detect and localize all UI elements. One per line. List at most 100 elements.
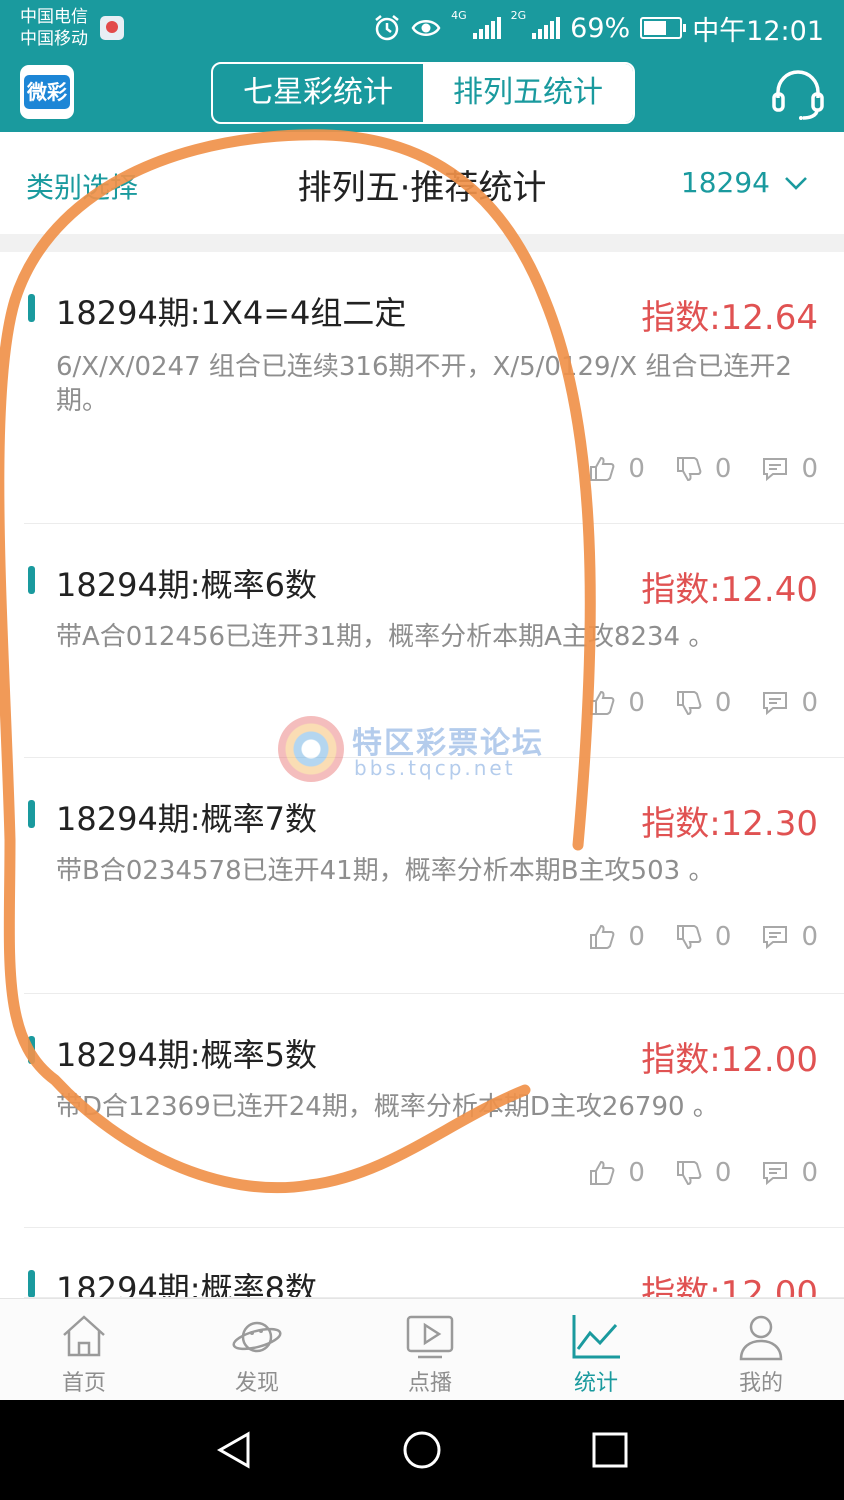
card-actions: 0 0 0 bbox=[588, 922, 818, 952]
like-count: 0 bbox=[628, 454, 645, 484]
user-icon bbox=[739, 1315, 783, 1361]
comment-count: 0 bbox=[801, 1158, 818, 1188]
card-description: 带A合012456已连开31期，概率分析本期A主攻8234 。 bbox=[56, 622, 715, 652]
notification-app-icon bbox=[100, 16, 124, 40]
list-item[interactable]: 18294期:概率7数 指数:12.30 带B合0234578已连开41期，概率… bbox=[0, 758, 844, 994]
headset-icon[interactable] bbox=[770, 68, 826, 120]
card-description: 带B合0234578已连开41期，概率分析本期B主攻503 。 bbox=[56, 856, 715, 886]
status-bar: 中国电信 中国移动 4G 2G 69% 中午12:01 bbox=[0, 0, 844, 56]
like-button[interactable]: 0 bbox=[588, 688, 645, 718]
app-logo[interactable]: 微彩 bbox=[20, 65, 74, 119]
back-icon[interactable] bbox=[214, 1430, 254, 1470]
dislike-button[interactable]: 0 bbox=[675, 454, 732, 484]
list-item[interactable]: 18294期:概率5数 指数:12.00 带D合12369已连开24期，概率分析… bbox=[0, 994, 844, 1228]
battery-percent: 69% bbox=[570, 12, 631, 44]
comment-button[interactable]: 0 bbox=[761, 688, 818, 718]
thumbs-down-icon bbox=[676, 1161, 702, 1186]
dislike-count: 0 bbox=[714, 454, 732, 484]
card-index: 指数:12.40 bbox=[641, 570, 818, 610]
signal-icon bbox=[472, 17, 501, 39]
card-title: 18294期:概率8数 bbox=[56, 1270, 317, 1298]
system-nav-bar bbox=[0, 1400, 844, 1500]
home-nav-icon[interactable] bbox=[402, 1430, 442, 1470]
logo-text: 微彩 bbox=[24, 75, 70, 109]
like-button[interactable]: 0 bbox=[588, 454, 645, 484]
carrier-1: 中国电信 bbox=[20, 7, 88, 27]
card-title: 18294期:概率6数 bbox=[56, 566, 317, 604]
dislike-count: 0 bbox=[714, 1158, 732, 1188]
list-item[interactable]: 18294期:概率8数 指数:12.00 bbox=[0, 1228, 844, 1298]
tab-stats[interactable]: 统计 bbox=[526, 1299, 666, 1401]
thumbs-down-icon bbox=[676, 457, 702, 482]
thumbs-up-icon bbox=[590, 690, 615, 715]
list-item[interactable]: 18294期:1X4=4组二定 指数:12.64 6/X/X/0247 组合已连… bbox=[0, 252, 844, 524]
tab-label: 首页 bbox=[61, 1371, 106, 1396]
play-icon bbox=[406, 1315, 454, 1359]
accent-bar bbox=[28, 1036, 35, 1064]
recents-icon[interactable] bbox=[590, 1430, 630, 1470]
comment-icon bbox=[763, 458, 788, 482]
clock: 中午12:01 bbox=[692, 15, 824, 47]
dislike-button[interactable]: 0 bbox=[675, 922, 732, 952]
tab-label: 统计 bbox=[573, 1371, 618, 1396]
card-index: 指数:12.30 bbox=[641, 804, 818, 844]
period-value: 18294 bbox=[680, 166, 770, 199]
chevron-down-icon bbox=[785, 176, 807, 190]
stat-type-switch: 七星彩统计 排列五统计 bbox=[211, 62, 635, 124]
like-button[interactable]: 0 bbox=[588, 1158, 645, 1188]
comment-icon bbox=[763, 926, 788, 950]
card-actions: 0 0 0 bbox=[588, 1158, 818, 1188]
accent-bar bbox=[28, 1270, 35, 1298]
status-indicators: 4G 2G 69% 中午12:01 bbox=[373, 9, 824, 47]
accent-bar bbox=[28, 800, 35, 828]
tab-label: 发现 bbox=[234, 1371, 279, 1396]
network-type-2: 2G bbox=[510, 9, 527, 22]
battery-icon bbox=[640, 17, 687, 39]
thumbs-up-icon bbox=[590, 924, 615, 949]
app-header: 微彩 七星彩统计 排列五统计 bbox=[0, 56, 844, 132]
thumbs-up-icon bbox=[590, 1160, 615, 1185]
watermark: 特区彩票论坛 bbs.tqcp.net bbox=[278, 716, 578, 782]
eye-icon bbox=[411, 20, 441, 36]
tab-pailiewu[interactable]: 排列五统计 bbox=[423, 64, 633, 122]
like-count: 0 bbox=[628, 1158, 645, 1188]
signal-icon bbox=[532, 17, 561, 39]
network-type-1: 4G bbox=[451, 9, 467, 22]
card-index: 指数:12.00 bbox=[641, 1274, 818, 1298]
chart-icon bbox=[572, 1315, 620, 1359]
card-title: 18294期:概率5数 bbox=[56, 1036, 317, 1074]
tab-home[interactable]: 首页 bbox=[14, 1299, 154, 1401]
bottom-tab-bar: 首页 发现 点播 统计 我的 bbox=[0, 1298, 844, 1401]
comment-count: 0 bbox=[801, 922, 818, 952]
section-divider bbox=[0, 234, 844, 252]
thumbs-down-icon bbox=[676, 691, 702, 716]
accent-bar bbox=[28, 294, 35, 322]
like-button[interactable]: 0 bbox=[588, 922, 645, 952]
planet-icon bbox=[232, 1321, 282, 1353]
tab-vod[interactable]: 点播 bbox=[360, 1299, 500, 1401]
home-icon bbox=[63, 1315, 105, 1357]
card-title: 18294期:概率7数 bbox=[56, 800, 317, 838]
alarm-icon bbox=[375, 15, 399, 41]
period-select[interactable]: 18294 bbox=[681, 166, 808, 199]
comment-button[interactable]: 0 bbox=[761, 454, 818, 484]
dislike-button[interactable]: 0 bbox=[675, 688, 731, 718]
comment-icon bbox=[763, 692, 788, 716]
dislike-button[interactable]: 0 bbox=[675, 1158, 732, 1188]
tab-mine[interactable]: 我的 bbox=[691, 1299, 831, 1401]
tab-qixingcai[interactable]: 七星彩统计 bbox=[213, 64, 423, 122]
comment-button[interactable]: 0 bbox=[761, 922, 818, 952]
accent-bar bbox=[28, 566, 35, 594]
dislike-count: 0 bbox=[714, 922, 732, 952]
comment-icon bbox=[763, 1162, 788, 1186]
comment-button[interactable]: 0 bbox=[761, 1158, 818, 1188]
tab-label: 点播 bbox=[407, 1371, 452, 1396]
card-title: 18294期:1X4=4组二定 bbox=[56, 294, 407, 332]
comment-count: 0 bbox=[801, 454, 818, 484]
thumbs-up-icon bbox=[590, 456, 615, 481]
like-count: 0 bbox=[628, 922, 645, 952]
card-actions: 0 0 0 bbox=[588, 454, 818, 484]
card-index: 指数:12.64 bbox=[641, 298, 818, 338]
tab-discover[interactable]: 发现 bbox=[187, 1299, 327, 1401]
carrier-2: 中国移动 bbox=[20, 29, 88, 49]
